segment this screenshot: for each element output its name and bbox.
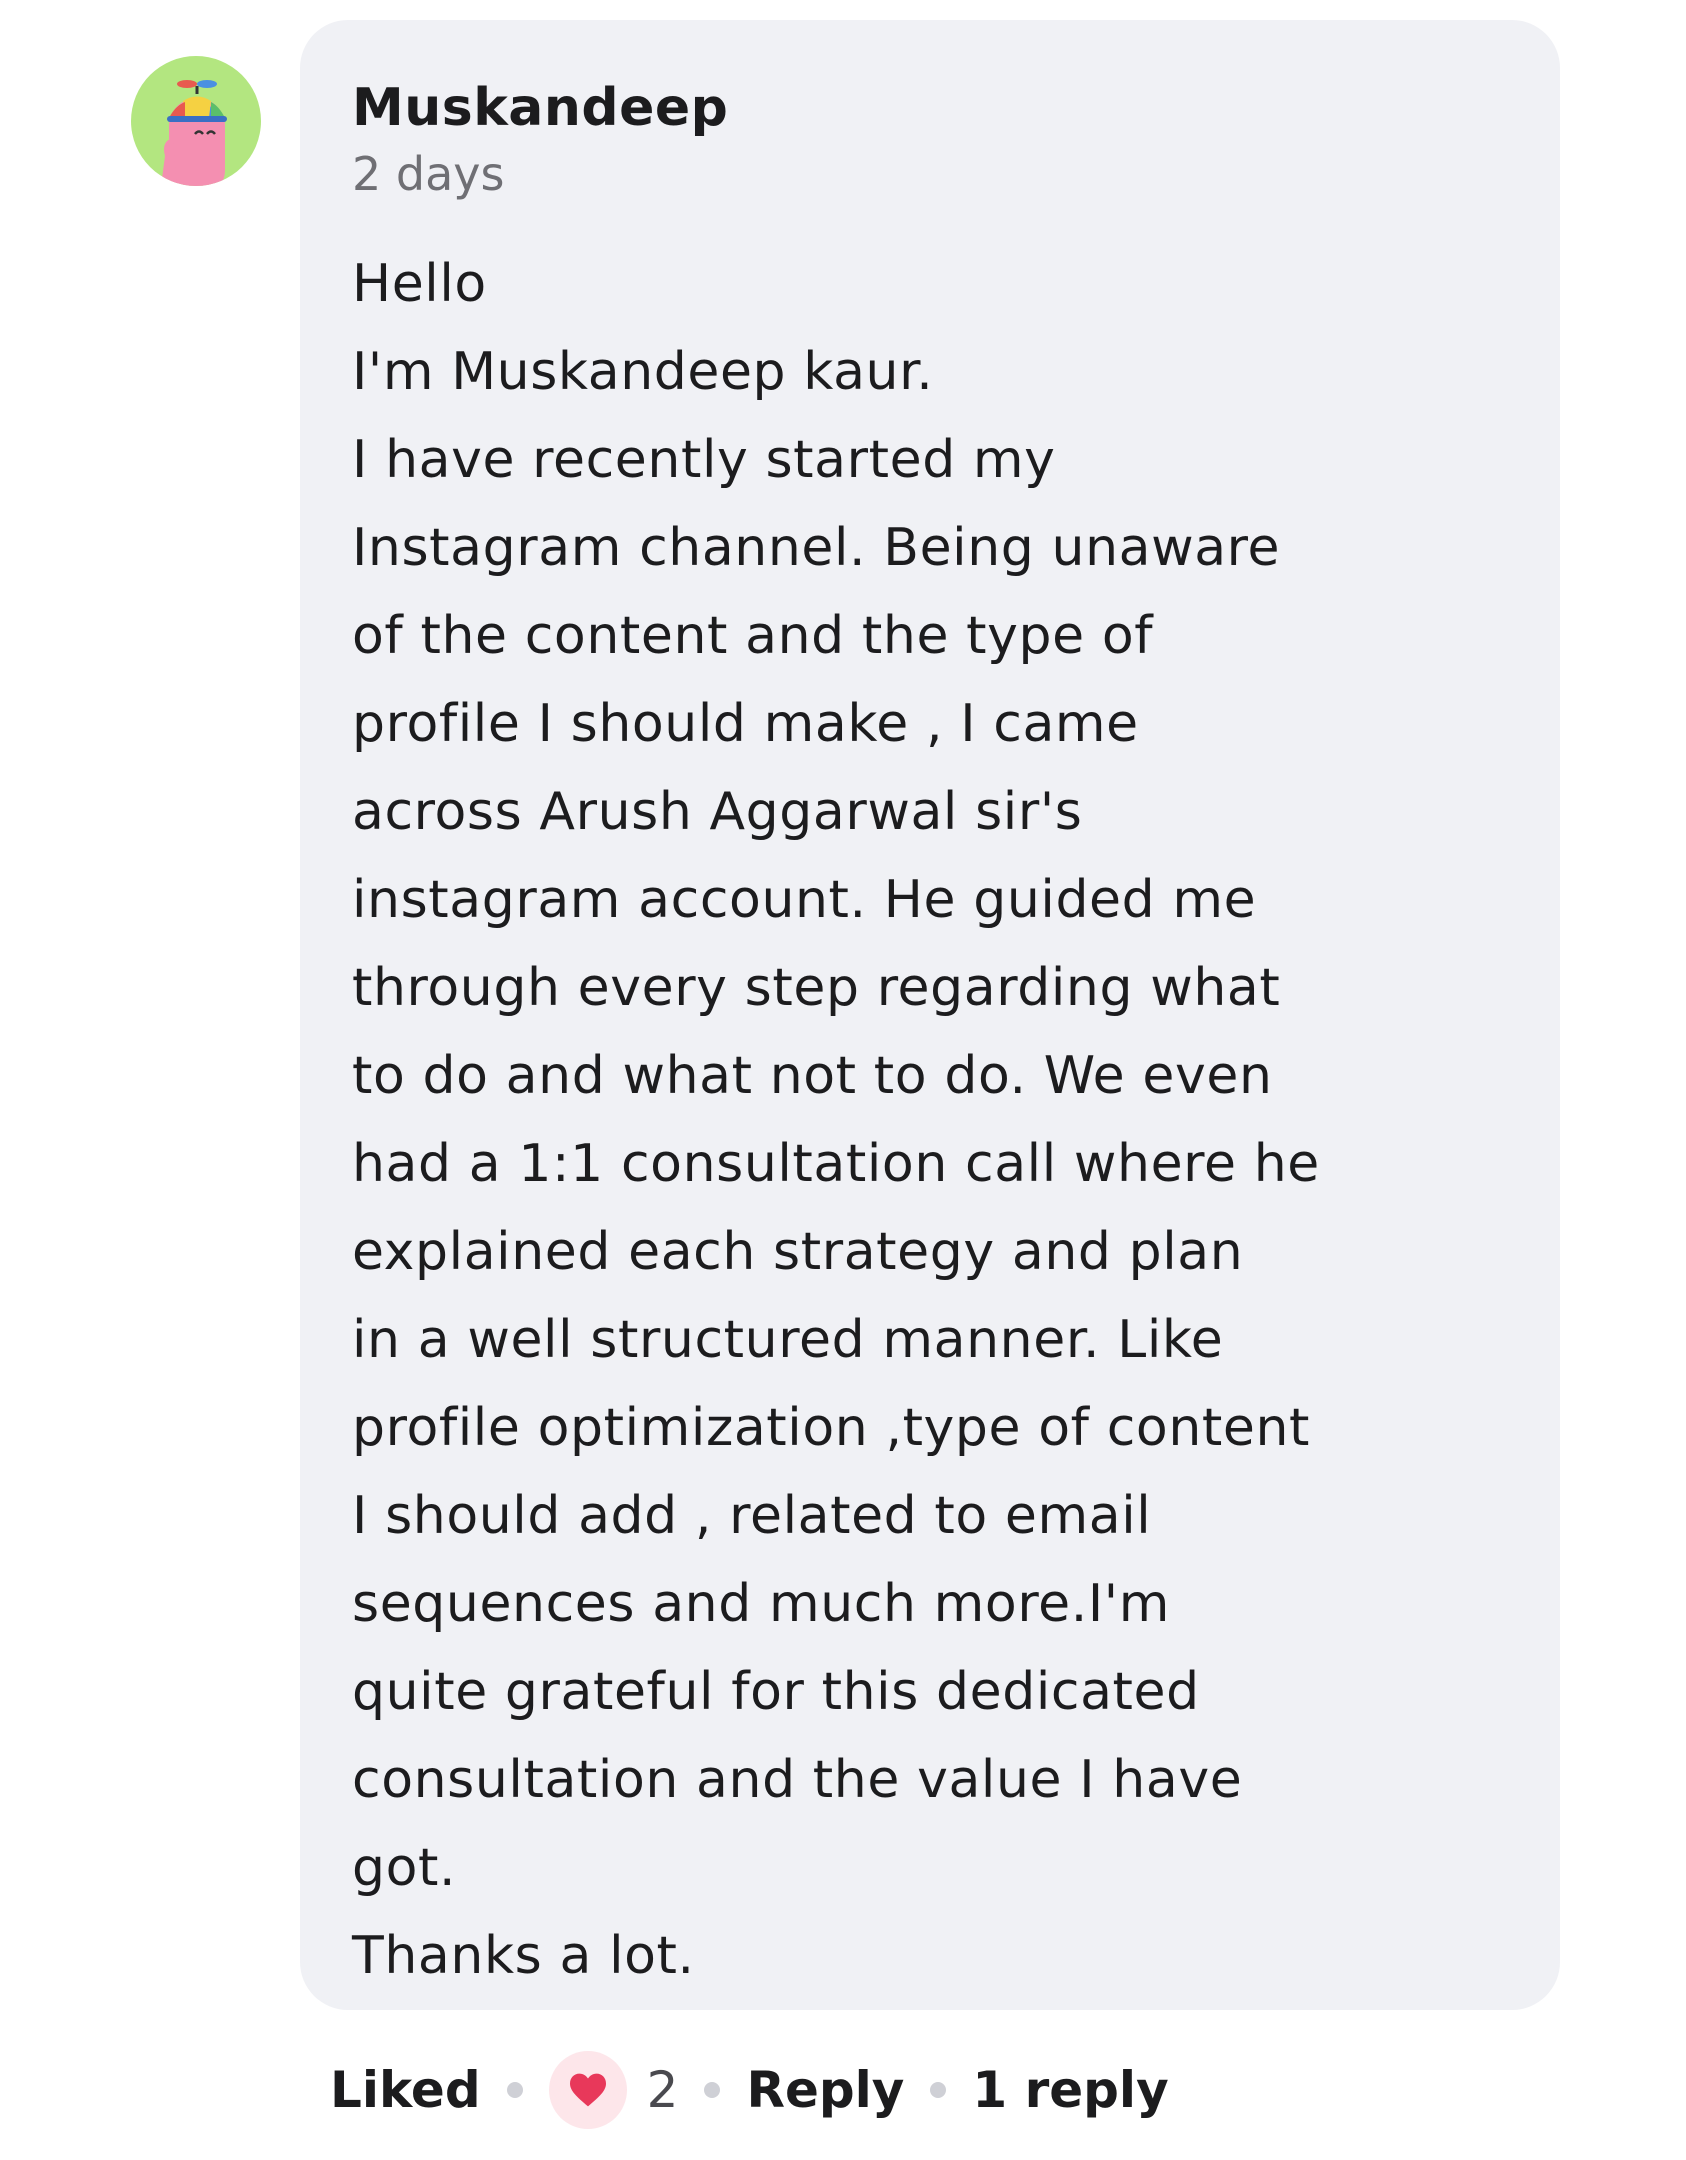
comment-line: of the content and the type of [352,606,1154,666]
comment-author[interactable]: Muskandeep [352,76,1508,140]
separator-dot [930,2082,947,2098]
heart-icon [569,2073,606,2107]
comment-line: explained each strategy and plan [352,1222,1244,1282]
comment-line: profile optimization ,type of content [352,1398,1310,1458]
comment-line: got. [352,1838,457,1898]
comment-line: had a 1:1 consultation call where he [352,1134,1320,1194]
comment-line: quite grateful for this dedicated [352,1662,1200,1722]
comment-line: Hello [352,254,487,314]
comment-line: profile I should make , I came [352,694,1139,754]
comment-line: I should add , related to email [352,1486,1152,1546]
separator-dot [704,2082,721,2098]
propeller-hat-character-icon [161,80,227,186]
comment-bubble: Muskandeep 2 days Hello I'm Muskandeep k… [300,20,1560,2010]
comment-timestamp: 2 days [352,147,505,201]
comment-line: instagram account. He guided me [352,870,1257,930]
comment-line: sequences and much more.I'm [352,1574,1170,1634]
view-replies-link[interactable]: 1 reply [972,2061,1168,2119]
comment-line: through every step regarding what [352,958,1281,1018]
comment-line: in a well structured manner. Like [352,1310,1224,1370]
heart-reaction-button[interactable] [548,2051,627,2129]
comment-line: I have recently started my [352,430,1056,490]
comment-line: to do and what not to do. We even [352,1046,1273,1106]
like-count: 2 [646,2061,679,2119]
comment-line: across Arush Aggarwal sir's [352,782,1083,842]
comment-body: Hello I'm Muskandeep kaur. I have recent… [352,240,1508,2000]
comment-line: I'm Muskandeep kaur. [352,342,934,402]
avatar[interactable] [131,56,261,186]
comment-actions: Liked 2 Reply 1 reply [330,2045,1169,2135]
reply-button[interactable]: Reply [746,2061,904,2119]
comment-line: consultation and the value I have [352,1750,1243,1810]
comment-line: Thanks a lot. [352,1926,695,1986]
separator-dot [506,2082,523,2098]
liked-button[interactable]: Liked [330,2061,481,2119]
comment-line: Instagram channel. Being unaware [352,518,1281,578]
